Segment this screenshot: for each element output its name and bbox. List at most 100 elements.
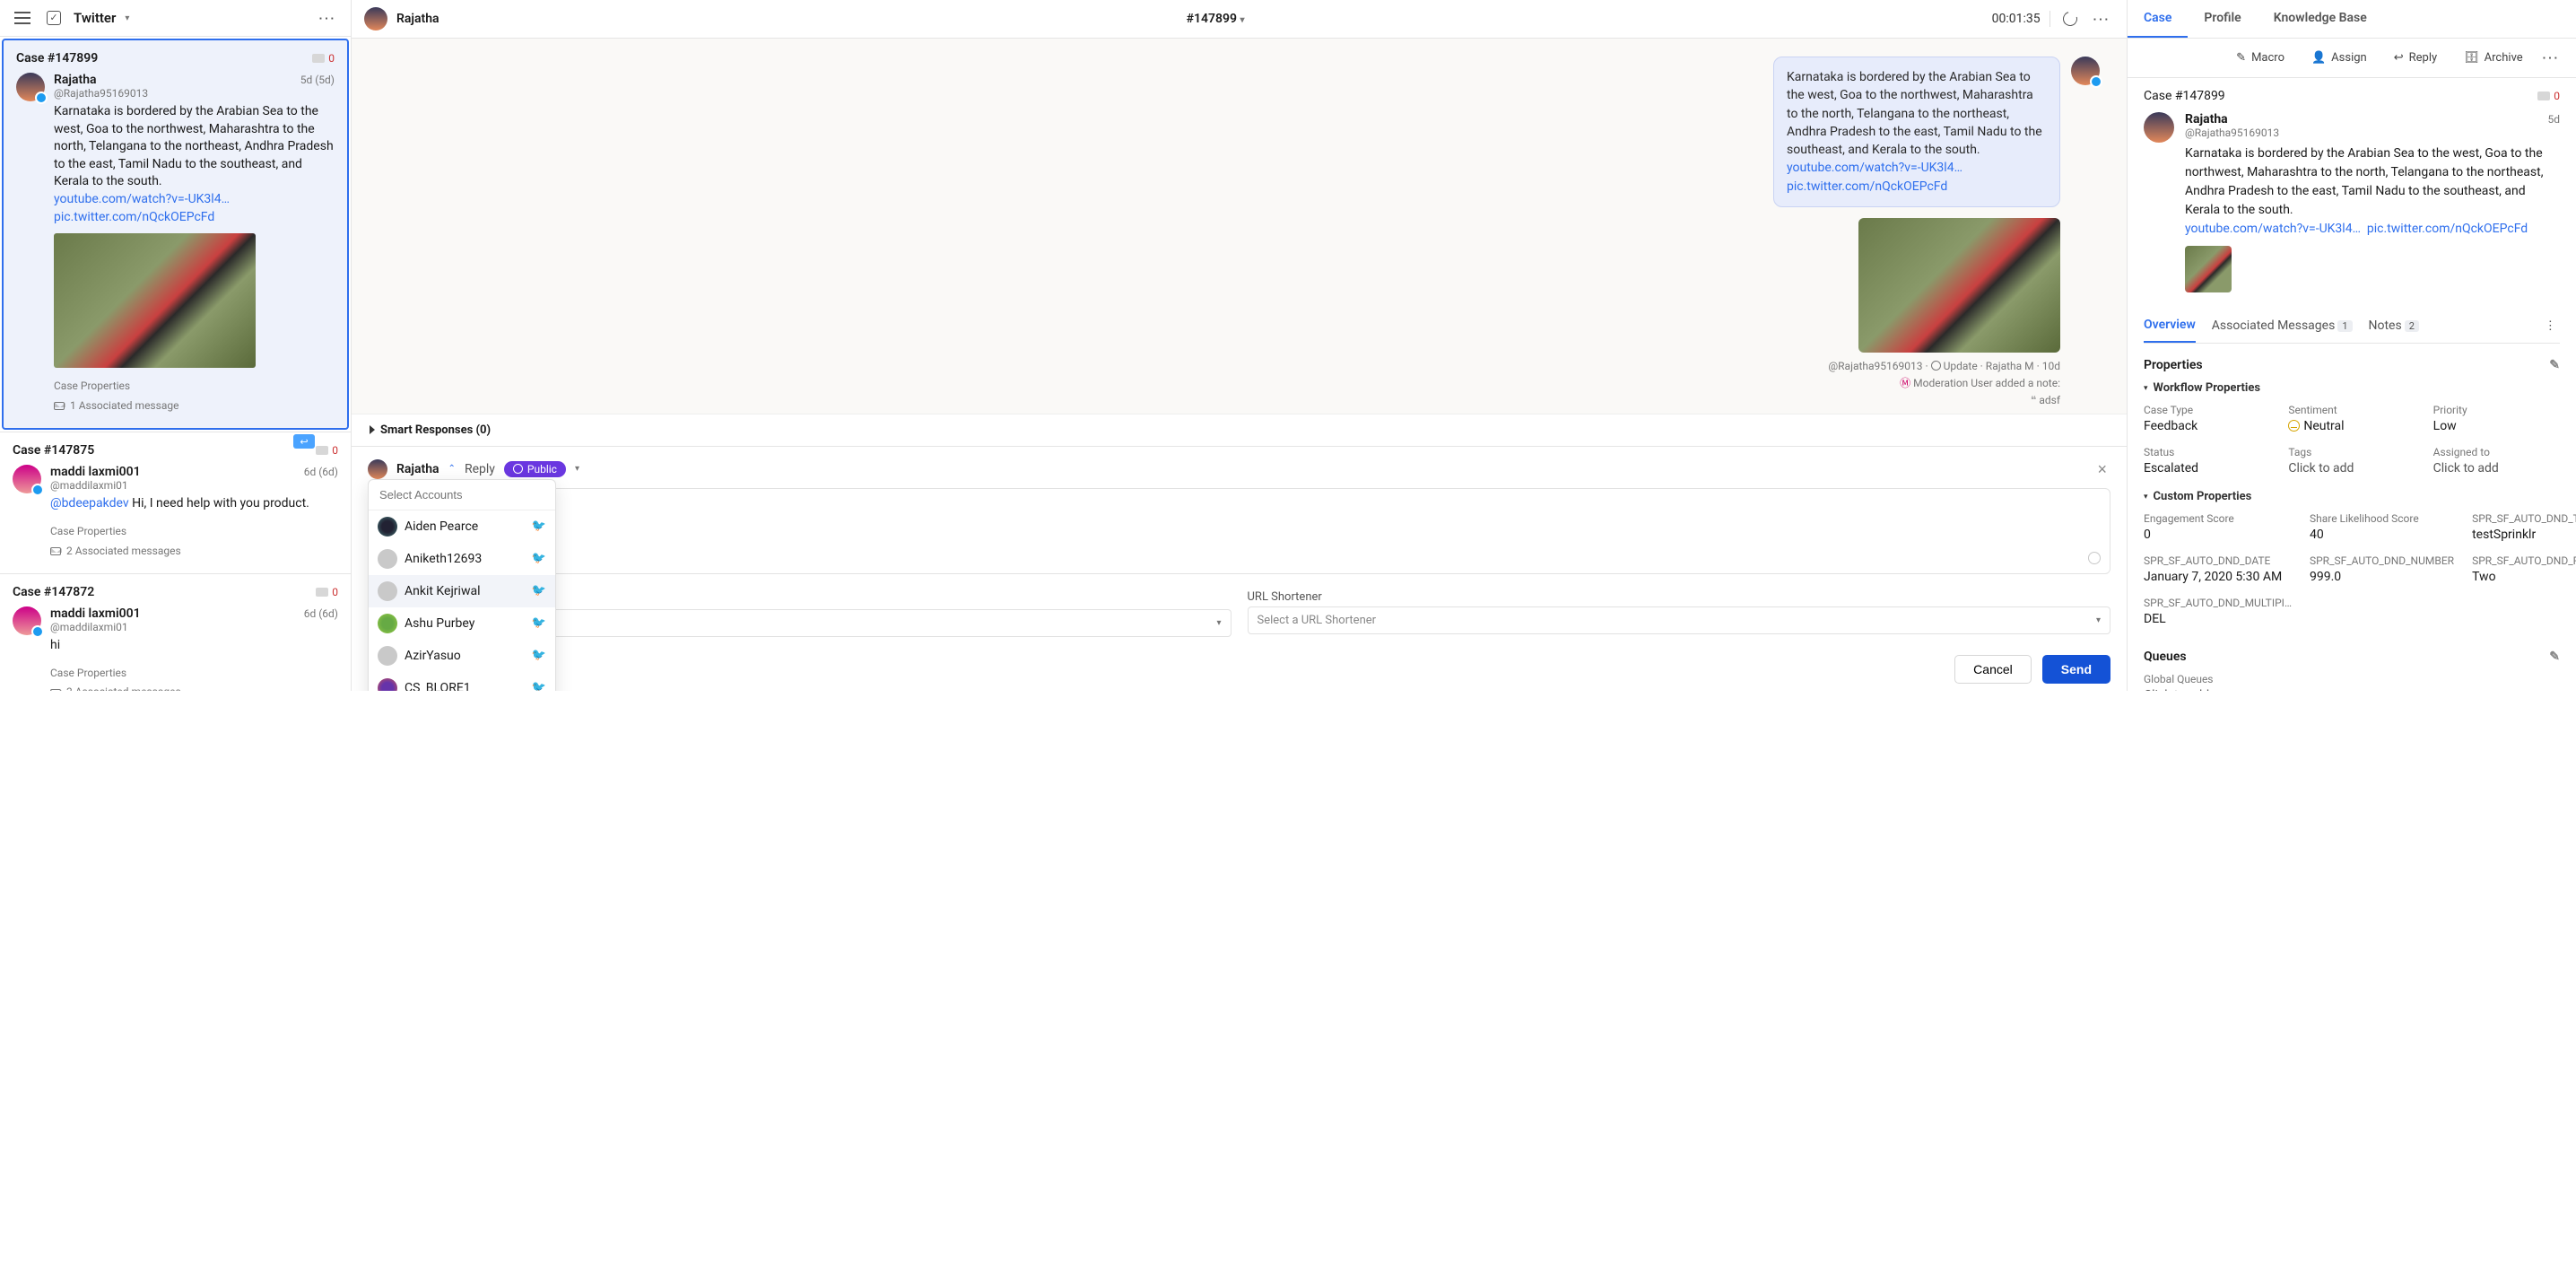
property-global-queues[interactable]: Global QueuesClick to add <box>2144 673 2560 691</box>
property-case-type[interactable]: Case TypeFeedback <box>2144 404 2270 433</box>
badge-count: 0 <box>328 52 335 65</box>
case-card[interactable]: ↩ Case #147875 0 maddi laxmi001 6d (6d) … <box>0 432 351 573</box>
url-shortener-select[interactable]: Select a URL Shortener▾ <box>1248 606 2111 634</box>
subtab-associated[interactable]: Associated Messages1 <box>2212 310 2353 342</box>
property-assigned-to[interactable]: Assigned toClick to add <box>2433 446 2560 475</box>
property-priority[interactable]: PriorityLow <box>2433 404 2560 433</box>
link-youtube[interactable]: youtube.com/watch?v=-UK3l4… <box>1787 161 1962 175</box>
account-name: AzirYasuo <box>405 649 461 663</box>
edit-icon[interactable]: ✎ <box>2549 358 2560 372</box>
case-card[interactable]: Case #147899 0 Rajatha 5d (5d) @Rajatha9… <box>2 39 349 430</box>
property-engagement-score[interactable]: Engagement Score0 <box>2144 512 2292 542</box>
tab-case[interactable]: Case <box>2128 0 2188 38</box>
compose-textarea[interactable] <box>368 488 2110 574</box>
case-properties-link[interactable]: Case Properties <box>50 522 338 542</box>
char-count-icon <box>2088 552 2101 564</box>
more-options-button[interactable]: ··· <box>316 8 340 29</box>
close-compose-button[interactable]: × <box>2093 458 2110 481</box>
avatar <box>13 606 41 635</box>
cancel-button[interactable]: Cancel <box>1954 655 2032 684</box>
associated-messages-link[interactable]: 1 Associated message <box>54 397 335 416</box>
link-youtube[interactable]: youtube.com/watch?v=-UK3l4… <box>2185 222 2361 236</box>
tab-knowledge-base[interactable]: Knowledge Base <box>2258 0 2383 38</box>
account-option[interactable]: Ashu Purbey🐦 <box>369 607 555 640</box>
custom-properties-grid: Engagement Score0 Share Likelihood Score… <box>2144 512 2560 626</box>
property-sentiment[interactable]: SentimentNeutral <box>2288 404 2415 433</box>
link-pic[interactable]: pic.twitter.com/nQckOEPcFd <box>54 210 214 224</box>
avatar <box>378 517 397 537</box>
account-option[interactable]: Aiden Pearce🐦 <box>369 510 555 543</box>
chevron-down-icon[interactable]: ▾ <box>125 13 129 23</box>
workflow-properties-toggle[interactable]: ▾Workflow Properties <box>2144 381 2560 395</box>
user-name: maddi laxmi001 <box>50 465 141 479</box>
case-properties-link[interactable]: Case Properties <box>50 664 338 684</box>
subtab-notes[interactable]: Notes2 <box>2369 310 2419 342</box>
workflow-properties-grid: Case TypeFeedback SentimentNeutral Prior… <box>2144 404 2560 475</box>
message-meta: @Rajatha95169013 · Update · Rajatha M · … <box>379 358 2100 375</box>
account-option[interactable]: AzirYasuo🐦 <box>369 640 555 672</box>
avatar <box>378 614 397 633</box>
property-share-likelihood[interactable]: Share Likelihood Score40 <box>2310 512 2454 542</box>
hamburger-menu-button[interactable] <box>11 8 34 28</box>
account-dropdown: Aiden Pearce🐦 Aniketh12693🐦 Ankit Kejriw… <box>368 479 556 691</box>
archive-action[interactable]: 🗄Archive <box>2453 46 2534 70</box>
compose-from-name[interactable]: Rajatha <box>396 462 439 476</box>
send-button[interactable]: Send <box>2042 655 2110 684</box>
link-youtube[interactable]: youtube.com/watch?v=-UK3l4… <box>54 192 230 206</box>
case-id: Case #147899 <box>2144 89 2225 103</box>
twitter-badge-icon <box>31 625 44 638</box>
attached-image[interactable] <box>1858 218 2060 353</box>
conversation-case-no[interactable]: #147899 ▾ <box>1187 12 1245 26</box>
case-id: Case #147875 <box>13 443 94 458</box>
message-bubble[interactable]: Karnataka is bordered by the Arabian Sea… <box>1773 57 2060 207</box>
associated-messages-link[interactable]: 2 Associated messages <box>50 542 338 562</box>
select-all-checkbox[interactable]: ✓ <box>43 7 65 29</box>
chevron-down-icon: ▾ <box>1240 15 1245 25</box>
visibility-pill[interactable]: Public <box>504 461 566 477</box>
envelope-icon <box>50 547 61 555</box>
tab-profile[interactable]: Profile <box>2188 0 2257 38</box>
case-badge: 0 <box>316 444 338 457</box>
property-number[interactable]: SPR_SF_AUTO_DND_NUMBER999.0 <box>2310 554 2454 584</box>
property-tags[interactable]: TagsClick to add <box>2288 446 2415 475</box>
account-option[interactable]: Ankit Kejriwal🐦 <box>369 575 555 607</box>
associated-messages-link[interactable]: 3 Associated messages <box>50 683 338 691</box>
property-status[interactable]: StatusEscalated <box>2144 446 2270 475</box>
attached-image[interactable] <box>54 233 256 368</box>
user-handle: @Rajatha95169013 <box>54 87 148 100</box>
attached-image-thumb[interactable] <box>2185 246 2232 292</box>
edit-icon[interactable]: ✎ <box>2549 650 2560 664</box>
account-option[interactable]: CS_BLORE1🐦 <box>369 672 555 691</box>
subtab-more-button[interactable]: ⋮ <box>2541 315 2560 336</box>
refresh-button[interactable] <box>2059 8 2081 30</box>
case-properties-link[interactable]: Case Properties <box>54 377 335 397</box>
more-actions-button[interactable]: ··· <box>2539 48 2563 68</box>
property-multipicklist[interactable]: SPR_SF_AUTO_DND_MULTIPI…DEL <box>2144 597 2292 626</box>
property-picklist[interactable]: SPR_SF_AUTO_DND_PICKLISTTwo <box>2472 554 2576 584</box>
channel-title: Twitter <box>74 10 116 26</box>
reply-action[interactable]: ↩Reply <box>2383 46 2448 70</box>
subtab-overview[interactable]: Overview <box>2144 309 2196 343</box>
compose-reply-label: Reply <box>465 462 495 476</box>
link-pic[interactable]: pic.twitter.com/nQckOEPcFd <box>2367 222 2528 236</box>
avatar <box>16 73 45 101</box>
link-pic[interactable]: pic.twitter.com/nQckOEPcFd <box>1787 179 1947 194</box>
conversation-user-name: Rajatha <box>396 12 439 26</box>
assign-action[interactable]: 👤Assign <box>2301 46 2378 70</box>
property-date[interactable]: SPR_SF_AUTO_DND_DATEJanuary 7, 2020 5:30… <box>2144 554 2292 584</box>
account-name: Ankit Kejriwal <box>405 584 481 598</box>
property-textfield[interactable]: SPR_SF_AUTO_DND_TEXTFI…testSprinklr <box>2472 512 2576 542</box>
chevron-up-icon[interactable]: ⌃ <box>448 464 456 474</box>
macro-action[interactable]: ✎Macro <box>2225 46 2295 70</box>
message-thread: Karnataka is bordered by the Arabian Sea… <box>352 39 2127 414</box>
case-card[interactable]: Case #147872 0 maddi laxmi001 6d (6d) @m… <box>0 573 351 691</box>
chevron-down-icon[interactable]: ▾ <box>575 464 579 474</box>
more-options-button[interactable]: ··· <box>2090 9 2114 30</box>
smart-responses-toggle[interactable]: Smart Responses (0) <box>352 414 2127 446</box>
account-search-input[interactable] <box>378 487 546 502</box>
account-option[interactable]: Aniketh12693🐦 <box>369 543 555 575</box>
mention-link[interactable]: @bdeepakdev <box>50 496 129 510</box>
chevron-down-icon: ▾ <box>2144 493 2148 502</box>
custom-properties-toggle[interactable]: ▾Custom Properties <box>2144 490 2560 503</box>
account-name: Aiden Pearce <box>405 519 478 534</box>
